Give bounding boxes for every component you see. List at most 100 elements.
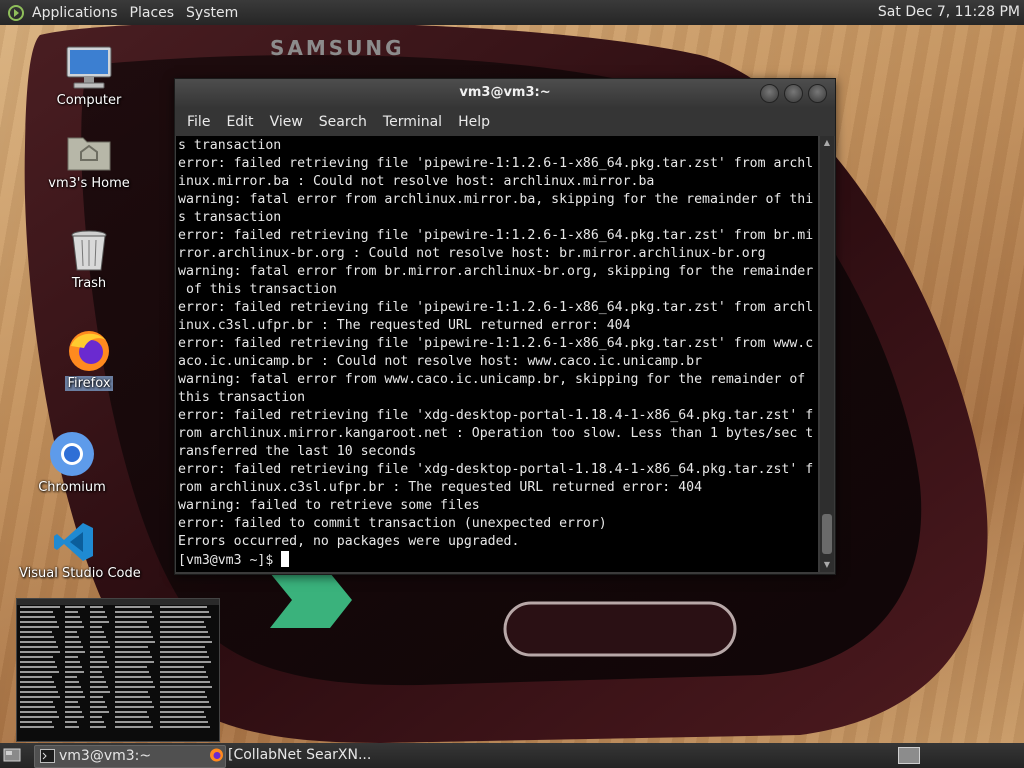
places-menu[interactable]: Places	[124, 0, 181, 25]
desktop-icon-label: Firefox	[65, 376, 113, 391]
background-window-content	[17, 606, 219, 730]
system-menu-label: System	[186, 4, 239, 21]
bottom-panel: vm3@vm3:~ [CollabNet SearXN...	[0, 743, 1024, 768]
scrollbar-thumb[interactable]	[822, 514, 832, 554]
taskbar-item-browser[interactable]: [CollabNet SearXN...	[204, 745, 394, 766]
background-window-row	[20, 721, 216, 725]
terminal-line: this transaction	[178, 390, 306, 405]
desktop-icon-label: Visual Studio Code	[19, 566, 141, 581]
menu-edit[interactable]: Edit	[218, 114, 261, 130]
desktop-icon-home[interactable]: vm3's Home	[34, 130, 144, 191]
background-window-row	[20, 661, 216, 665]
background-window-row	[20, 676, 216, 680]
top-panel: Applications Places System Sat Dec 7, 11…	[0, 0, 1024, 25]
background-window-row	[20, 701, 216, 705]
terminal-line: error: failed retrieving file 'pipewire-…	[178, 156, 814, 171]
background-window-row	[20, 646, 216, 650]
chromium-icon	[50, 432, 94, 476]
background-window-row	[20, 611, 216, 615]
desktop-icon-label: Computer	[56, 93, 122, 108]
scroll-up-arrow-icon[interactable]: ▲	[820, 136, 834, 150]
phone-brand-text: SAMSUNG	[270, 36, 405, 60]
show-desktop-icon[interactable]	[3, 747, 21, 763]
firefox-icon	[69, 331, 109, 371]
desktop-icon-label: vm3's Home	[48, 176, 130, 191]
window-title: vm3@vm3:~	[459, 85, 551, 100]
maximize-button[interactable]	[784, 84, 803, 103]
background-window-row	[20, 686, 216, 690]
menu-terminal[interactable]: Terminal	[375, 114, 450, 130]
terminal-line: warning: fatal error from www.caco.ic.un…	[178, 372, 806, 387]
minimize-button[interactable]	[760, 84, 779, 103]
menu-file[interactable]: File	[179, 114, 218, 130]
desktop-icon-computer[interactable]: Computer	[34, 45, 144, 108]
terminal-line: inux.c3sl.ufpr.br : The requested URL re…	[178, 318, 631, 333]
background-window-row	[20, 706, 216, 710]
terminal-line: inux.mirror.ba : Could not resolve host:…	[178, 174, 655, 189]
menu-help[interactable]: Help	[450, 114, 498, 130]
terminal-line: Errors occurred, no packages were upgrad…	[178, 534, 520, 549]
desktop-icon-label: Chromium	[38, 480, 106, 495]
home-folder-icon	[67, 137, 111, 171]
terminal-line: error: failed retrieving file 'pipewire-…	[178, 336, 814, 351]
background-window-row	[20, 606, 216, 610]
desktop-icon-firefox[interactable]: Firefox	[34, 328, 144, 391]
terminal-window[interactable]: vm3@vm3:~ File Edit View Search Terminal…	[174, 78, 836, 575]
menu-search[interactable]: Search	[311, 114, 375, 130]
terminal-line: rror.archlinux-br.org : Could not resolv…	[178, 246, 766, 261]
text-cursor	[281, 551, 290, 567]
workspace-switcher[interactable]	[898, 747, 920, 764]
desktop-icon-vscode[interactable]: Visual Studio Code	[19, 520, 141, 581]
vscode-icon	[54, 523, 93, 561]
terminal-line: error: failed retrieving file 'pipewire-…	[178, 300, 814, 315]
background-window-row	[20, 621, 216, 625]
terminal-scrollbar[interactable]: ▲ ▼	[820, 136, 834, 572]
menu-view[interactable]: View	[262, 114, 311, 130]
background-window-row	[20, 711, 216, 715]
terminal-line: error: failed retrieving file 'pipewire-…	[178, 228, 814, 243]
shell-prompt: [vm3@vm3 ~]$	[178, 553, 282, 568]
background-window-row	[20, 726, 216, 730]
background-window-row	[20, 696, 216, 700]
background-window-row	[20, 641, 216, 645]
desktop-icon-trash[interactable]: Trash	[34, 228, 144, 291]
terminal-icon	[40, 749, 55, 763]
scroll-down-arrow-icon[interactable]: ▼	[820, 558, 834, 572]
system-menu[interactable]: System	[180, 0, 244, 25]
background-terminal-window[interactable]	[16, 598, 220, 742]
window-titlebar[interactable]: vm3@vm3:~	[175, 79, 835, 107]
applications-menu[interactable]: Applications	[0, 0, 124, 25]
terminal-menubar: File Edit View Search Terminal Help	[175, 107, 835, 136]
background-window-row	[20, 626, 216, 630]
terminal-line: warning: failed to retrieve some files	[178, 498, 480, 513]
trash-icon	[71, 230, 107, 271]
background-window-row	[20, 716, 216, 720]
terminal-line: warning: fatal error from br.mirror.arch…	[178, 264, 814, 279]
taskbar-item-label: vm3@vm3:~	[59, 748, 152, 764]
terminal-line: error: failed to commit transaction (une…	[178, 516, 607, 531]
taskbar-item-label: [CollabNet SearXN...	[228, 747, 372, 763]
applications-menu-label: Applications	[32, 4, 118, 21]
terminal-line: error: failed retrieving file 'xdg-deskt…	[178, 408, 814, 423]
clock[interactable]: Sat Dec 7, 11:28 PM	[878, 0, 1020, 25]
desktop-icon-chromium[interactable]: Chromium	[17, 430, 127, 495]
taskbar-item-terminal[interactable]: vm3@vm3:~	[34, 745, 226, 768]
background-window-row	[20, 681, 216, 685]
close-button[interactable]	[808, 84, 827, 103]
terminal-line: rom archlinux.mirror.kangaroot.net : Ope…	[178, 426, 814, 441]
terminal-line: rom archlinux.c3sl.ufpr.br : The request…	[178, 480, 703, 495]
terminal-output[interactable]: s transaction error: failed retrieving f…	[176, 136, 818, 572]
background-window-row	[20, 666, 216, 670]
firefox-icon	[210, 748, 223, 762]
desktop-icon-label: Trash	[71, 276, 107, 291]
background-window-row	[20, 671, 216, 675]
places-menu-label: Places	[129, 4, 175, 21]
background-window-row	[20, 636, 216, 640]
terminal-line: error: failed retrieving file 'xdg-deskt…	[178, 462, 814, 477]
background-window-row	[20, 616, 216, 620]
background-window-row	[20, 651, 216, 655]
terminal-output-lines: s transaction error: failed retrieving f…	[178, 138, 813, 549]
background-window-row	[20, 691, 216, 695]
background-window-menubar	[17, 599, 219, 605]
background-window-row	[20, 631, 216, 635]
